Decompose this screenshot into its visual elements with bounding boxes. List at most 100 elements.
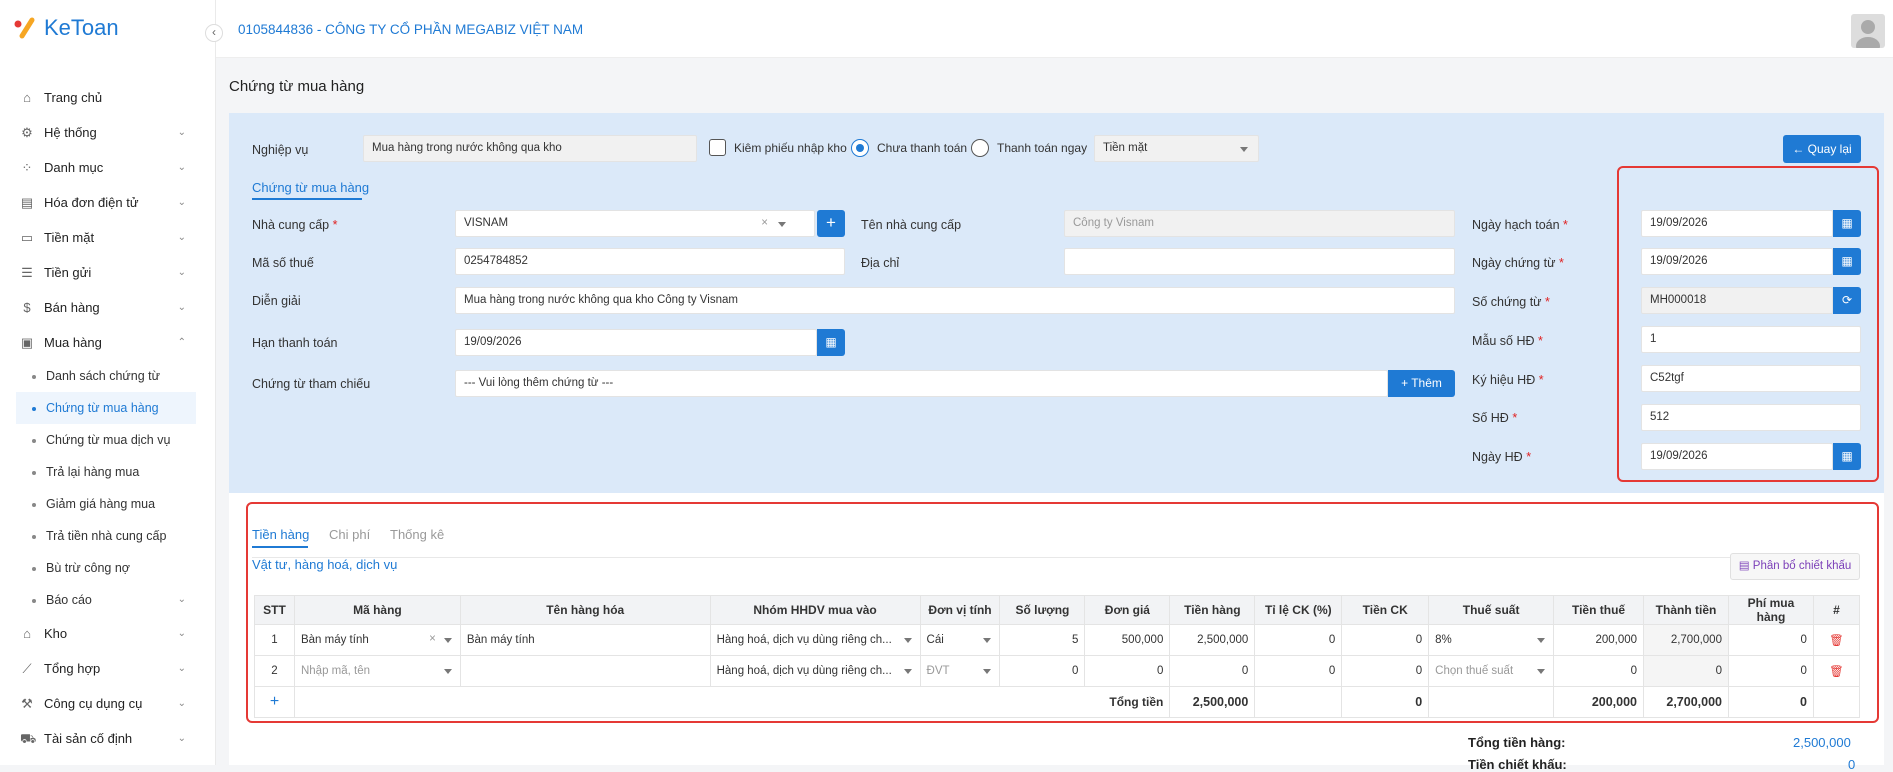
dia-chi-label: Địa chỉ <box>861 256 900 270</box>
tab-chung-tu-mua-hang[interactable]: Chứng từ mua hàng <box>252 180 369 195</box>
highlight-box-right <box>1617 166 1879 482</box>
payment-method-select[interactable]: Tiền mặt <box>1094 135 1259 162</box>
sidebar-sub-return[interactable]: Trả lại hàng mua <box>0 456 216 488</box>
sidebar-item-warehouse[interactable]: ⌂ Kho ⌄ <box>0 616 216 651</box>
gear-icon: ⚙ <box>21 124 33 140</box>
so-hd-label: Số HĐ * <box>1472 411 1518 425</box>
plus-icon: + <box>826 213 836 232</box>
sidebar-item-label: Tổng hợp <box>44 661 101 676</box>
so-chung-tu-label-text: Số chứng từ <box>1472 295 1542 309</box>
ref-label: Chứng từ tham chiếu <box>252 377 371 391</box>
company-name: 0105844836 - CÔNG TY CỔ PHẦN MEGABIZ VIỆ… <box>238 22 584 37</box>
chevron-down-icon: ⌄ <box>177 232 186 243</box>
sidebar-item-system[interactable]: ⚙ Hệ thống ⌄ <box>0 115 216 150</box>
han-tt-label: Hạn thanh toán <box>252 336 338 350</box>
them-button[interactable]: + Thêm <box>1388 370 1455 397</box>
sidebar-item-label: Hóa đơn điện tử <box>44 195 139 210</box>
ncc-label: Nhà cung cấp * <box>252 218 338 232</box>
sidebar-sub-purchase-voucher[interactable]: Chứng từ mua hàng <box>16 392 196 424</box>
thanh-toan-ngay-radio[interactable] <box>971 139 989 157</box>
tools-icon: ⚒ <box>21 695 33 711</box>
ref-placeholder: --- Vui lòng thêm chứng từ --- <box>464 377 614 389</box>
sales-icon: $ <box>23 299 31 315</box>
sidebar-item-einvoice[interactable]: ▤ Hóa đơn điện tử ⌄ <box>0 185 216 220</box>
sidebar-nav: ⌂ Trang chủ ⚙ Hệ thống ⌄ ⁘ Danh mục ⌄ ▤ Hóa đơ… <box>0 80 216 756</box>
clear-icon[interactable]: × <box>761 211 768 236</box>
chua-thanh-toan-radio[interactable] <box>851 139 869 157</box>
back-button[interactable]: ← Quay lại <box>1783 135 1861 163</box>
highlight-box-table <box>246 502 1879 723</box>
arrow-left-icon: ← <box>1792 142 1808 156</box>
cash-icon: ▭ <box>20 229 34 245</box>
sidebar-item-sales[interactable]: $ Bán hàng ⌄ <box>0 290 216 325</box>
kiem-phieu-checkbox[interactable] <box>709 139 726 156</box>
avatar[interactable] <box>1851 14 1885 48</box>
thanh-toan-ngay-label: Thanh toán ngay <box>997 141 1088 155</box>
dien-giai-input[interactable]: Mua hàng trong nước không qua kho Công t… <box>455 287 1455 314</box>
mau-so-label: Mẫu số HĐ * <box>1472 334 1543 348</box>
sidebar-item-assets[interactable]: ⛟ Tài sản cố định ⌄ <box>0 721 216 756</box>
ngay-hd-label-text: Ngày HĐ <box>1472 450 1523 464</box>
home-icon: ⌂ <box>23 89 31 105</box>
grid-icon: ⁘ <box>21 159 33 175</box>
sidebar-item-label: Trang chủ <box>44 90 103 105</box>
calendar-icon[interactable]: ▦ <box>817 329 845 356</box>
chart-icon: ⟋ <box>22 660 32 676</box>
sidebar-item-label: Bán hàng <box>44 300 100 315</box>
sidebar-sub-list[interactable]: Danh sách chứng từ <box>0 360 216 392</box>
sidebar-sub-report[interactable]: Báo cáo ⌄ <box>0 584 216 616</box>
logo[interactable]: KeToan <box>12 14 119 42</box>
back-button-label: Quay lại <box>1807 142 1852 156</box>
nghiep-vu-label: Nghiệp vụ <box>252 143 309 157</box>
logo-icon <box>12 14 40 42</box>
sidebar-item-catalog[interactable]: ⁘ Danh mục ⌄ <box>0 150 216 185</box>
sidebar-sub-pay-supplier[interactable]: Trả tiền nhà cung cấp <box>0 520 216 552</box>
sidebar-item-purchase[interactable]: ▣ Mua hàng ⌃ <box>0 325 216 360</box>
payment-method-value: Tiền mặt <box>1103 142 1148 154</box>
sidebar-sub-discount[interactable]: Giảm giá hàng mua <box>0 488 216 520</box>
chevron-down-icon: ⌄ <box>177 162 186 173</box>
dia-chi-input[interactable] <box>1064 248 1455 275</box>
summary-label: Tổng tiền hàng: <box>1468 735 1566 750</box>
ten-ncc-input[interactable]: Công ty Visnam <box>1064 210 1455 237</box>
ncc-select[interactable]: VISNAM × <box>455 210 815 237</box>
car-icon: ⛟ <box>20 730 37 746</box>
sidebar-item-summary[interactable]: ⟋ Tổng hợp ⌄ <box>0 651 216 686</box>
sidebar-item-label: Công cụ dụng cụ <box>44 696 143 711</box>
sidebar-sub-label: Báo cáo <box>46 593 92 607</box>
warehouse-icon: ⌂ <box>23 625 31 641</box>
logo-text: KeToan <box>44 15 119 40</box>
sidebar-item-label: Tiền mặt <box>44 230 95 245</box>
sidebar-item-label: Hệ thống <box>44 125 97 140</box>
sidebar-item-tools[interactable]: ⚒ Công cụ dụng cụ ⌄ <box>0 686 216 721</box>
chevron-down-icon: ⌄ <box>177 628 186 639</box>
so-chung-tu-label: Số chứng từ * <box>1472 295 1550 309</box>
collapse-sidebar-button[interactable]: ‹ <box>205 24 223 42</box>
ngay-hach-toan-label: Ngày hạch toán * <box>1472 218 1568 232</box>
sidebar-sub-offset[interactable]: Bù trừ công nợ <box>0 552 216 584</box>
sidebar-item-cash[interactable]: ▭ Tiền mặt ⌄ <box>0 220 216 255</box>
invoice-icon: ▤ <box>20 194 34 210</box>
sidebar-item-label: Kho <box>44 626 68 641</box>
kiem-phieu-label: Kiêm phiếu nhập kho <box>734 141 847 155</box>
add-supplier-button[interactable]: + <box>817 210 845 237</box>
chua-thanh-toan-label: Chưa thanh toán <box>877 141 968 155</box>
sidebar-item-deposit[interactable]: ☰ Tiền gửi ⌄ <box>0 255 216 290</box>
ten-ncc-value: Công ty Visnam <box>1073 217 1154 229</box>
chevron-down-icon: ⌄ <box>177 594 186 605</box>
chevron-down-icon <box>1240 147 1248 152</box>
sidebar: KeToan ⌂ Trang chủ ⚙ Hệ thống ⌄ ⁘ Danh mục ⌄ … <box>0 0 216 765</box>
han-tt-input[interactable]: 19/09/2026 <box>455 329 817 356</box>
chevron-up-icon: ⌃ <box>177 337 186 348</box>
ref-input[interactable]: --- Vui lòng thêm chứng từ --- <box>455 370 1388 397</box>
sidebar-item-label: Danh mục <box>44 160 104 175</box>
sidebar-item-home[interactable]: ⌂ Trang chủ <box>0 80 216 115</box>
mst-input[interactable]: 0254784852 <box>455 248 845 275</box>
nghiep-vu-select[interactable]: Mua hàng trong nước không qua kho <box>363 135 697 162</box>
sidebar-item-label: Mua hàng <box>44 335 102 350</box>
tab-underline <box>252 198 362 200</box>
ngay-hd-label: Ngày HĐ * <box>1472 450 1532 464</box>
sidebar-sub-service-voucher[interactable]: Chứng từ mua dịch vụ <box>0 424 216 456</box>
ngay-chung-tu-label-text: Ngày chứng từ <box>1472 256 1556 270</box>
dien-giai-label: Diễn giải <box>252 294 301 308</box>
